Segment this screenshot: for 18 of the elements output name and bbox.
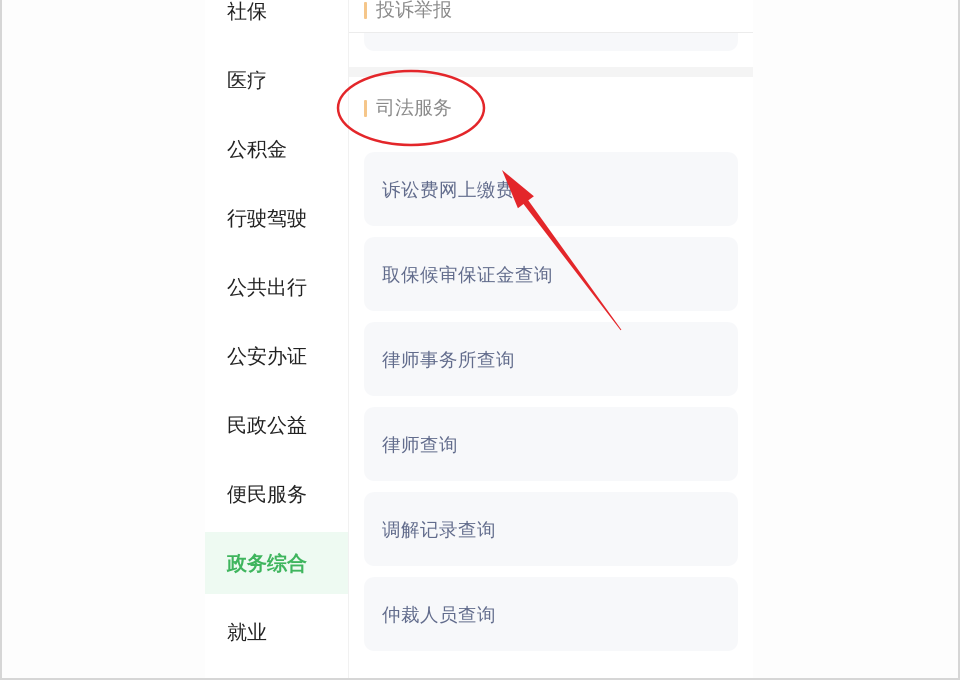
sidebar-item[interactable]: 社保 [205, 0, 348, 42]
service-item[interactable]: 调解记录查询 [364, 492, 738, 566]
accent-bar-icon [364, 2, 367, 19]
sidebar-item[interactable]: 民政公益 [205, 394, 348, 456]
sidebar-item[interactable]: 公安办证 [205, 325, 348, 387]
sidebar-item[interactable]: 公积金 [205, 118, 348, 180]
sidebar-item[interactable]: 公共出行 [205, 256, 348, 318]
sidebar-item[interactable]: 医疗 [205, 49, 348, 111]
sidebar-item[interactable]: 行驶驾驶 [205, 187, 348, 249]
section-title: 司法服务 [376, 99, 452, 118]
service-item[interactable]: 律师查询 [364, 407, 738, 481]
accent-bar-icon [364, 100, 367, 117]
service-item[interactable]: 仲裁人员查询 [364, 577, 738, 651]
sidebar-item[interactable]: 就业 [205, 601, 348, 663]
service-item[interactable]: 取保候审保证金查询 [364, 237, 738, 311]
section-title: 投诉举报 [376, 1, 452, 20]
service-item[interactable]: 律师事务所查询 [364, 322, 738, 396]
sidebar-item[interactable]: 便民服务 [205, 463, 348, 525]
